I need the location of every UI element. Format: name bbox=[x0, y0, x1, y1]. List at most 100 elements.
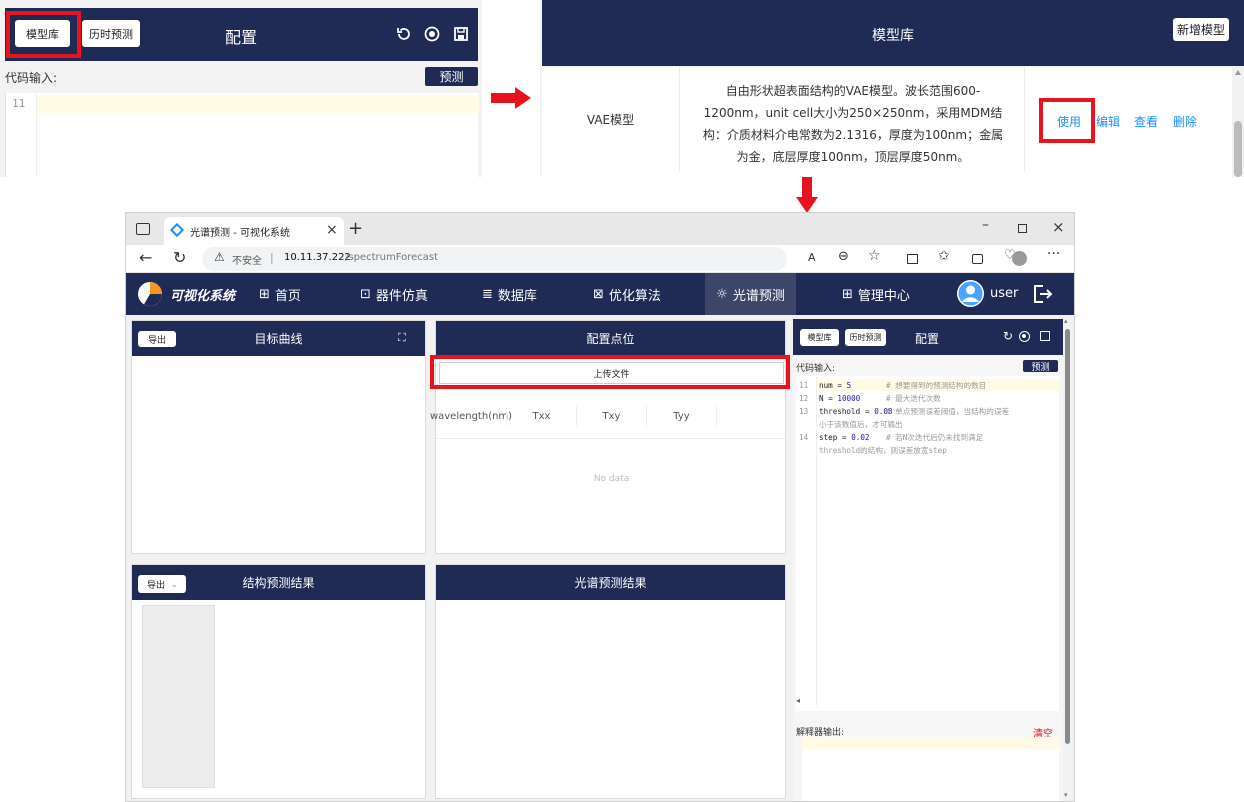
favorite-icon[interactable]: ☆ bbox=[868, 248, 881, 264]
structure-export-select[interactable]: 导出 ⌄ bbox=[138, 575, 186, 593]
nav-optimization[interactable]: ⊠ 优化算法 bbox=[593, 273, 661, 315]
code-gutter-divider bbox=[816, 376, 817, 706]
config-points-header: 配置点位 bbox=[436, 321, 785, 356]
code-value: 10000 bbox=[837, 394, 861, 403]
tab-title: 光谱预测 - 可视化系统 bbox=[190, 228, 290, 239]
zoom-icon[interactable]: ⊖ bbox=[838, 249, 849, 264]
config-record-icon[interactable] bbox=[1019, 331, 1030, 342]
model-lib-header: 模型库 新增模型 bbox=[542, 0, 1244, 66]
snippet-header: 模型库 历时预测 配置 bbox=[5, 8, 478, 61]
code-scroll-left-icon[interactable]: ◂ bbox=[796, 696, 800, 705]
snippet-active-line bbox=[36, 95, 479, 113]
config-code-editor[interactable]: 11 num = 5 # 想要得到的预测结构的数目 12 N = 10000 # 最大迭代… bbox=[796, 376, 1059, 711]
record-icon[interactable] bbox=[423, 25, 441, 43]
minimize-icon[interactable]: – bbox=[982, 217, 989, 233]
page-scroll-thumb[interactable] bbox=[1065, 329, 1070, 744]
nav-spectrum-label: 光谱预测 bbox=[732, 288, 785, 304]
model-lib-button[interactable]: 模型库 bbox=[15, 20, 70, 47]
back-icon[interactable]: ← bbox=[139, 248, 152, 267]
arrow-right-icon bbox=[491, 87, 531, 109]
structure-result-panel: 导出 ⌄ 结构预测结果 bbox=[131, 564, 426, 799]
points-table-header: wavelength(nm) Txx Txy Tyy bbox=[430, 393, 787, 439]
model-lib-scrollbar[interactable] bbox=[1232, 67, 1244, 177]
nav-spectrum-forecast[interactable]: ☼ 光谱预测 bbox=[705, 273, 796, 315]
col-txy: Txy bbox=[576, 406, 646, 426]
code-op: = bbox=[823, 394, 838, 403]
code-line-number: 13 bbox=[799, 407, 809, 416]
target-export-button[interactable]: 导出 bbox=[138, 331, 176, 347]
model-description: 自由形状超表面结构的VAE模型。波长范围600-1200nm，unit cell… bbox=[702, 84, 1004, 164]
history-forecast-button[interactable]: 历时预测 bbox=[82, 20, 140, 47]
page-scroll-up-icon[interactable]: ▴ bbox=[1064, 317, 1068, 325]
read-aloud-icon[interactable]: A bbox=[808, 251, 816, 264]
snippet-predict-button[interactable]: 预测 bbox=[425, 67, 478, 86]
config-reset-icon[interactable]: ↻ bbox=[1003, 329, 1013, 343]
app-navbar: 可视化系统 ⊞ 首页 ⊡ 器件仿真 ≣ 数据库 ⊠ 优化算法 ☼ 光谱预测 ⊞ 管理中心 u… bbox=[126, 273, 1074, 315]
nav-database[interactable]: ≣ 数据库 bbox=[482, 273, 537, 315]
page-scroll-down-icon[interactable]: ▾ bbox=[1064, 791, 1068, 799]
edit-model-link[interactable]: 编辑 bbox=[1096, 113, 1120, 130]
snippet-line-number: 11 bbox=[12, 97, 26, 110]
collections-icon[interactable] bbox=[972, 254, 983, 264]
more-menu-icon[interactable]: ··· bbox=[1047, 246, 1060, 262]
new-tab-icon[interactable]: + bbox=[348, 218, 363, 239]
code-op: = bbox=[837, 433, 852, 442]
browser-tab[interactable]: 光谱预测 - 可视化系统 × bbox=[164, 217, 344, 245]
use-model-link[interactable]: 使用 bbox=[1057, 113, 1081, 130]
tab-actions-icon[interactable] bbox=[136, 223, 150, 235]
model-name: VAE模型 bbox=[542, 67, 680, 172]
code-comment: # 单点预测误差阈值，当结构的误差 bbox=[886, 407, 1010, 416]
code-line-continuation: threshold的结构，则误差放宽step bbox=[819, 446, 947, 455]
maximize-icon[interactable] bbox=[1018, 224, 1027, 233]
reset-icon[interactable] bbox=[395, 25, 413, 43]
target-curve-header: 导出 目标曲线 ⛶ bbox=[132, 321, 425, 356]
tab-close-icon[interactable]: × bbox=[326, 222, 338, 238]
config-code-label: 代码输入: bbox=[796, 364, 836, 374]
nav-home[interactable]: ⊞ 首页 bbox=[259, 273, 301, 315]
address-row: ← ↻ ⚠ 不安全 | 10.11.37.222 /spectrumForeca… bbox=[126, 245, 1074, 273]
config-predict-button[interactable]: 预测 bbox=[1023, 360, 1058, 373]
address-bar[interactable]: ⚠ 不安全 | 10.11.37.222 /spectrumForecast bbox=[202, 247, 787, 271]
browser-avatar-icon[interactable] bbox=[1012, 251, 1027, 266]
site-favicon-icon bbox=[169, 222, 185, 238]
code-comment: # 若N次迭代后仍未找到满足 bbox=[886, 433, 984, 442]
nav-admin[interactable]: ⊞ 管理中心 bbox=[842, 273, 910, 315]
config-save-icon[interactable] bbox=[1040, 331, 1050, 341]
fullscreen-icon[interactable]: ⛶ bbox=[398, 331, 406, 345]
col-tyy: Tyy bbox=[646, 406, 716, 426]
user-avatar-icon[interactable] bbox=[957, 280, 984, 307]
config-history-button[interactable]: 历时预测 bbox=[845, 329, 886, 346]
split-screen-icon[interactable] bbox=[907, 254, 918, 264]
delete-model-link[interactable]: 删除 bbox=[1173, 113, 1197, 130]
config-output-area[interactable] bbox=[802, 737, 1059, 801]
nav-device-sim-label: 器件仿真 bbox=[375, 288, 428, 304]
config-title: 配置 bbox=[915, 332, 940, 346]
structure-result-header: 导出 ⌄ 结构预测结果 bbox=[132, 565, 425, 600]
scroll-thumb[interactable] bbox=[1234, 121, 1242, 177]
structure-export-label: 导出 bbox=[147, 580, 166, 591]
add-model-button[interactable]: 新增模型 bbox=[1173, 18, 1229, 41]
code-var: num bbox=[819, 381, 833, 390]
nav-device-sim[interactable]: ⊡ 器件仿真 bbox=[360, 273, 428, 315]
user-name[interactable]: user bbox=[990, 286, 1018, 301]
snippet-code-editor[interactable]: 11 bbox=[5, 93, 479, 177]
config-model-lib-button[interactable]: 模型库 bbox=[800, 329, 839, 346]
save-icon[interactable] bbox=[452, 25, 470, 43]
favorites-list-icon[interactable]: ✩ bbox=[938, 248, 950, 264]
logout-icon[interactable] bbox=[1031, 283, 1053, 308]
view-model-link[interactable]: 查看 bbox=[1134, 113, 1158, 130]
reload-icon[interactable]: ↻ bbox=[173, 248, 186, 267]
config-points-panel: 配置点位 上传文件 wavelength(nm) Txx Txy Tyy No … bbox=[430, 320, 787, 554]
target-curve-title: 目标曲线 bbox=[254, 332, 303, 346]
window-close-icon[interactable]: × bbox=[1052, 218, 1065, 236]
page-scrollbar[interactable]: ▴ ▾ bbox=[1063, 317, 1072, 801]
col-extra bbox=[716, 406, 717, 426]
code-line-number: 11 bbox=[799, 381, 809, 390]
brand-name: 可视化系统 bbox=[170, 289, 236, 304]
nav-database-label: 数据库 bbox=[497, 288, 537, 304]
scroll-up-icon[interactable] bbox=[1235, 70, 1241, 75]
snippet-config-panel: 模型库 历时预测 配置 代码输入: 预测 11 bbox=[0, 0, 482, 177]
spectrum-result-panel: 光谱预测结果 bbox=[435, 564, 786, 799]
code-comment: # 想要得到的预测结构的数目 bbox=[886, 381, 987, 390]
upload-file-button[interactable]: 上传文件 bbox=[439, 362, 784, 384]
